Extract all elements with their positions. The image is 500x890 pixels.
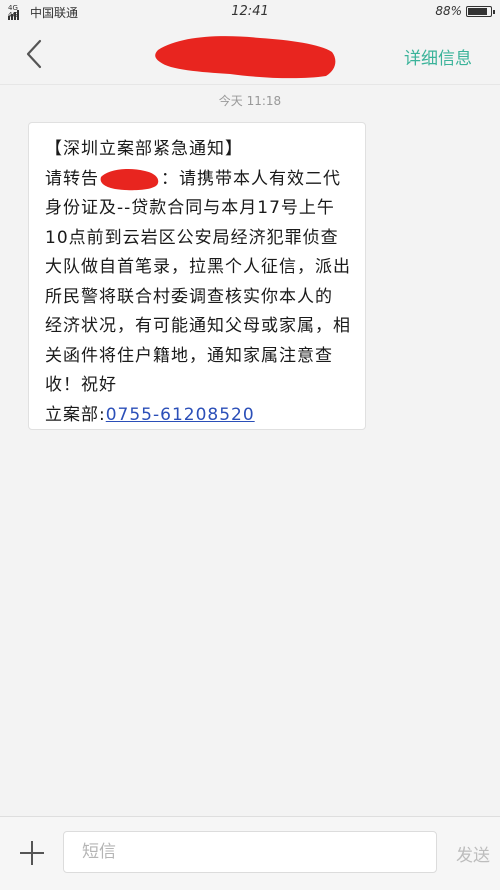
message-timestamp: 今天 11:18 <box>218 94 282 108</box>
message-bubble[interactable]: 【深圳立案部紧急通知】 请转告 ：请携带本人有效二代 身份证及--贷款合同与本月1… <box>28 122 366 430</box>
message-line: 10点前到云岩区公安局经济犯罪侦查 <box>45 227 339 248</box>
add-attachment-button[interactable] <box>14 835 50 871</box>
message-line: 【深圳立案部紧急通知】 <box>45 139 243 159</box>
battery-percent: 88% <box>435 4 462 18</box>
message-text: 请转告 <box>45 168 99 189</box>
message-line: 收！祝好 <box>45 375 117 395</box>
contact-name-redaction <box>155 36 336 79</box>
conversation-header: 详细信息 <box>0 24 500 85</box>
chevron-left-icon <box>26 39 42 69</box>
status-time: 12:41 <box>231 4 269 19</box>
message-line: 大队做自首笔录，拉黑个人征信，派出 <box>45 257 351 277</box>
message-text: ：请携带本人有效二代 <box>161 168 341 189</box>
sender-label: 立案部: <box>45 404 106 425</box>
composer-bar: 发送 <box>0 816 500 890</box>
message-line: 经济状况，有可能通知父母或家属，相 <box>45 316 351 336</box>
details-link[interactable]: 详细信息 <box>404 44 472 69</box>
status-right: 88% <box>435 4 495 18</box>
battery-fill <box>468 7 487 15</box>
battery-icon <box>466 5 495 17</box>
message-line: 立案部:0755-61208520 <box>45 401 351 431</box>
message-line: 身份证及--贷款合同与本月17号上午 <box>45 198 335 218</box>
message-line: 关函件将住户籍地，通知家属注意查 <box>45 345 333 366</box>
status-bar: 4G 4G 中国联通 12:41 88% <box>0 0 500 24</box>
phone-number-link[interactable]: 0755-61208520 <box>106 405 255 425</box>
plus-icon <box>20 841 44 865</box>
recipient-redaction <box>99 167 161 191</box>
send-button[interactable]: 发送 <box>456 841 490 866</box>
message-line: 所民警将联合村委调查核实你本人的 <box>45 286 333 307</box>
message-line: 请转告 ：请携带本人有效二代 <box>45 165 351 195</box>
sms-input[interactable] <box>63 831 437 873</box>
back-button[interactable] <box>14 34 54 74</box>
